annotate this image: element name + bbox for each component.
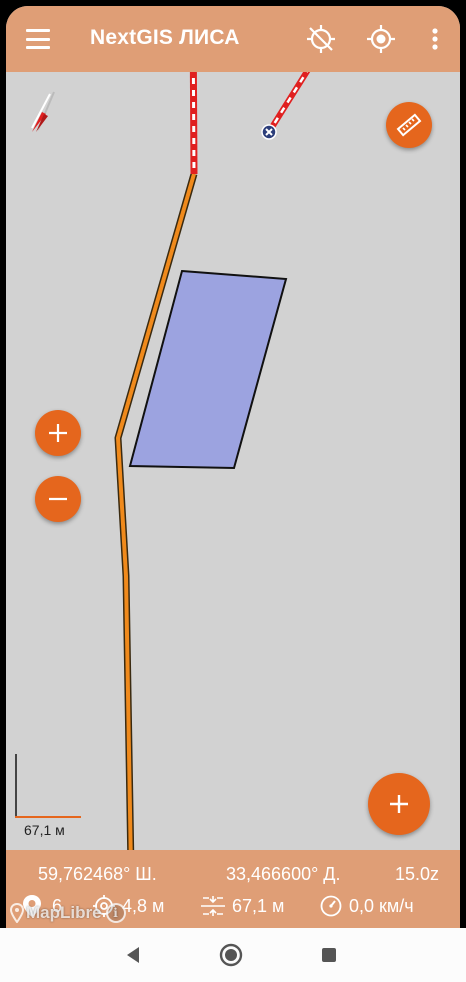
- plus-icon: [49, 424, 67, 442]
- menu-icon[interactable]: [24, 26, 52, 52]
- polygon-feature: [128, 269, 288, 470]
- my-location-icon[interactable]: [364, 22, 398, 56]
- system-nav-bar: [0, 928, 466, 982]
- phone-frame: NextGIS ЛИСА 67,1 м 59,762468° Ш. 33,466…: [0, 0, 466, 982]
- more-vert-icon[interactable]: [418, 22, 452, 56]
- longitude-text: 33,466600° Д.: [226, 864, 341, 884]
- compass-icon[interactable]: [26, 90, 60, 134]
- back-icon[interactable]: [116, 938, 150, 972]
- app-bar: NextGIS ЛИСА: [6, 6, 460, 72]
- speed-indicator: 0,0 км/ч: [319, 894, 414, 918]
- speedometer-icon: [320, 895, 342, 917]
- home-icon[interactable]: [214, 938, 248, 972]
- distance-indicator: 67,1 м: [200, 894, 284, 918]
- ruler-icon: [396, 113, 422, 137]
- maplibre-logo-icon: [10, 903, 24, 923]
- attribution-text: MapLibre: [26, 903, 102, 922]
- distance-value: 67,1 м: [232, 895, 285, 916]
- accuracy-value: 4,8 м: [122, 895, 165, 916]
- add-button[interactable]: [368, 773, 430, 835]
- vertical-distance-icon: [201, 896, 225, 916]
- close-marker-icon[interactable]: [261, 124, 277, 140]
- app-screen: NextGIS ЛИСА 67,1 м 59,762468° Ш. 33,466…: [6, 6, 460, 928]
- recents-icon[interactable]: [312, 938, 346, 972]
- latitude-text: 59,762468° Ш.: [38, 864, 157, 884]
- zoom-level-text: 15.0z: [395, 864, 440, 884]
- ruler-button[interactable]: [386, 102, 432, 148]
- speed-value: 0,0 км/ч: [349, 895, 414, 916]
- scale-label: 67,1 м: [24, 822, 65, 838]
- plus-icon: [390, 795, 408, 813]
- info-icon[interactable]: i: [105, 903, 126, 923]
- zoom-in-button[interactable]: [35, 410, 81, 456]
- scale-bar: 67,1 м: [14, 754, 84, 840]
- gps-off-icon[interactable]: [304, 22, 338, 56]
- zoom-out-button[interactable]: [35, 476, 81, 522]
- app-title: NextGIS ЛИСА: [90, 26, 240, 49]
- minus-icon: [49, 497, 67, 501]
- maplibre-attribution[interactable]: MapLibre i: [10, 900, 126, 926]
